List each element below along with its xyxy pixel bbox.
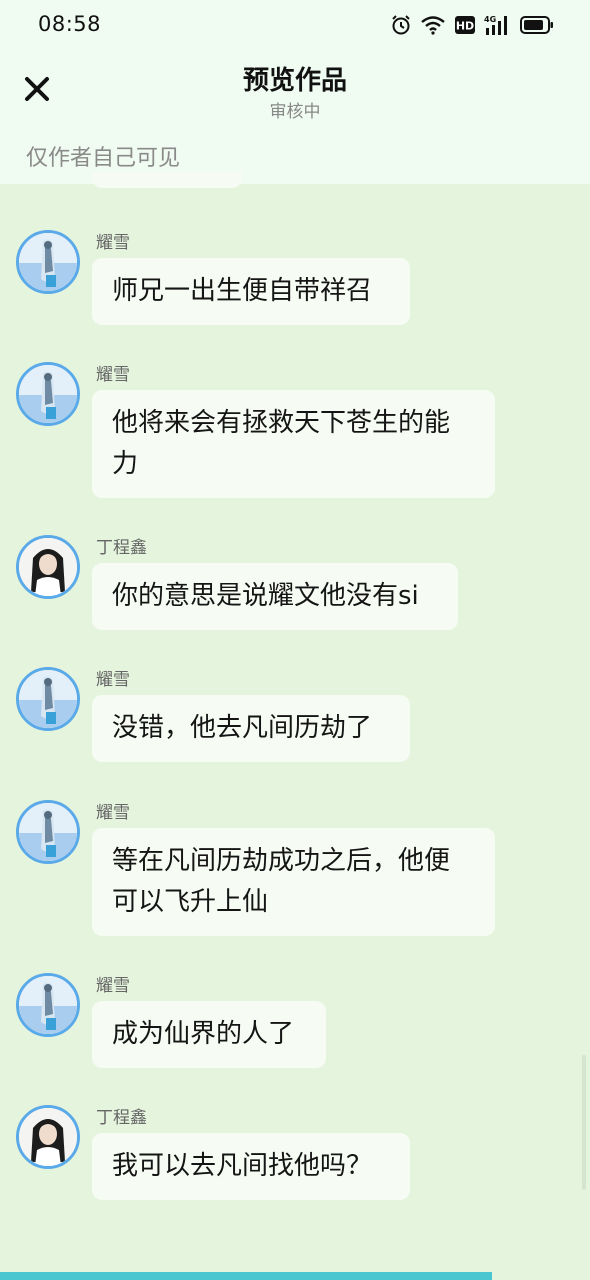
yaoxue-avatar[interactable] (16, 973, 80, 1037)
chat-list[interactable]: 耀雪 师兄一出生便自带祥召 耀雪 他将来会有拯救天下苍生的能 力 丁程鑫 你的意… (0, 184, 590, 1274)
speaker-name: 耀雪 (96, 365, 130, 385)
yaoxue-avatar[interactable] (16, 362, 80, 426)
svg-text:HD: HD (456, 20, 474, 33)
visibility-note: 仅作者自己可见 (26, 146, 181, 171)
message-text: 没错，他去凡间历劫了 (112, 713, 373, 743)
signal-4g-icon: 4G (484, 14, 512, 40)
message-bubble[interactable]: 等在凡间历劫成功之后，他便 可以飞升上仙 (92, 828, 495, 936)
speaker-name: 耀雪 (96, 670, 130, 690)
message-text: 你的意思是说耀文他没有si (112, 581, 419, 611)
yaoxue-avatar[interactable] (16, 667, 80, 731)
page-title: 预览作品 (242, 66, 347, 96)
wifi-icon (420, 15, 446, 39)
message-text: 等在凡间历劫成功之后，他便 (112, 846, 451, 876)
yaoxue-avatar[interactable] (16, 800, 80, 864)
speaker-name: 丁程鑫 (96, 538, 147, 558)
status-time: 08:58 (38, 12, 102, 36)
message-text: 他将来会有拯救天下苍生的能 (112, 408, 451, 438)
message-text: 我可以去凡间找他吗？ (112, 1151, 373, 1181)
app-header: 预览作品 审核中 仅作者自己可见 (0, 52, 590, 184)
svg-text:4G: 4G (484, 15, 496, 24)
scrollbar[interactable] (582, 1055, 586, 1190)
dingchengxin-avatar[interactable] (16, 1105, 80, 1169)
message-bubble[interactable]: 你的意思是说耀文他没有si (92, 563, 458, 630)
status-bar: 08:58 HD 4G (0, 0, 590, 52)
message-text: 成为仙界的人了 (112, 1019, 295, 1049)
review-status: 审核中 (269, 102, 321, 122)
speaker-name: 耀雪 (96, 233, 130, 253)
speaker-name: 耀雪 (96, 976, 130, 996)
battery-icon (520, 16, 554, 38)
message-text: 师兄一出生便自带祥召 (112, 276, 373, 306)
message-text: 可以飞升上仙 (112, 887, 269, 917)
message-bubble[interactable]: 师兄一出生便自带祥召 (92, 258, 410, 325)
speaker-name: 丁程鑫 (96, 1108, 147, 1128)
message-bubble[interactable]: 成为仙界的人了 (92, 1001, 326, 1068)
message-bubble[interactable]: 他将来会有拯救天下苍生的能 力 (92, 390, 495, 498)
speaker-name: 耀雪 (96, 803, 130, 823)
message-text: 力 (112, 449, 139, 479)
alarm-icon (390, 14, 412, 40)
dingchengxin-avatar[interactable] (16, 535, 80, 599)
message-bubble[interactable]: 我可以去凡间找他吗？ (92, 1133, 410, 1200)
hd-icon: HD (454, 15, 476, 39)
progress-bar (0, 1272, 492, 1280)
message-bubble[interactable]: 没错，他去凡间历劫了 (92, 695, 410, 762)
status-icons: HD 4G (390, 14, 554, 40)
yaoxue-avatar[interactable] (16, 230, 80, 294)
